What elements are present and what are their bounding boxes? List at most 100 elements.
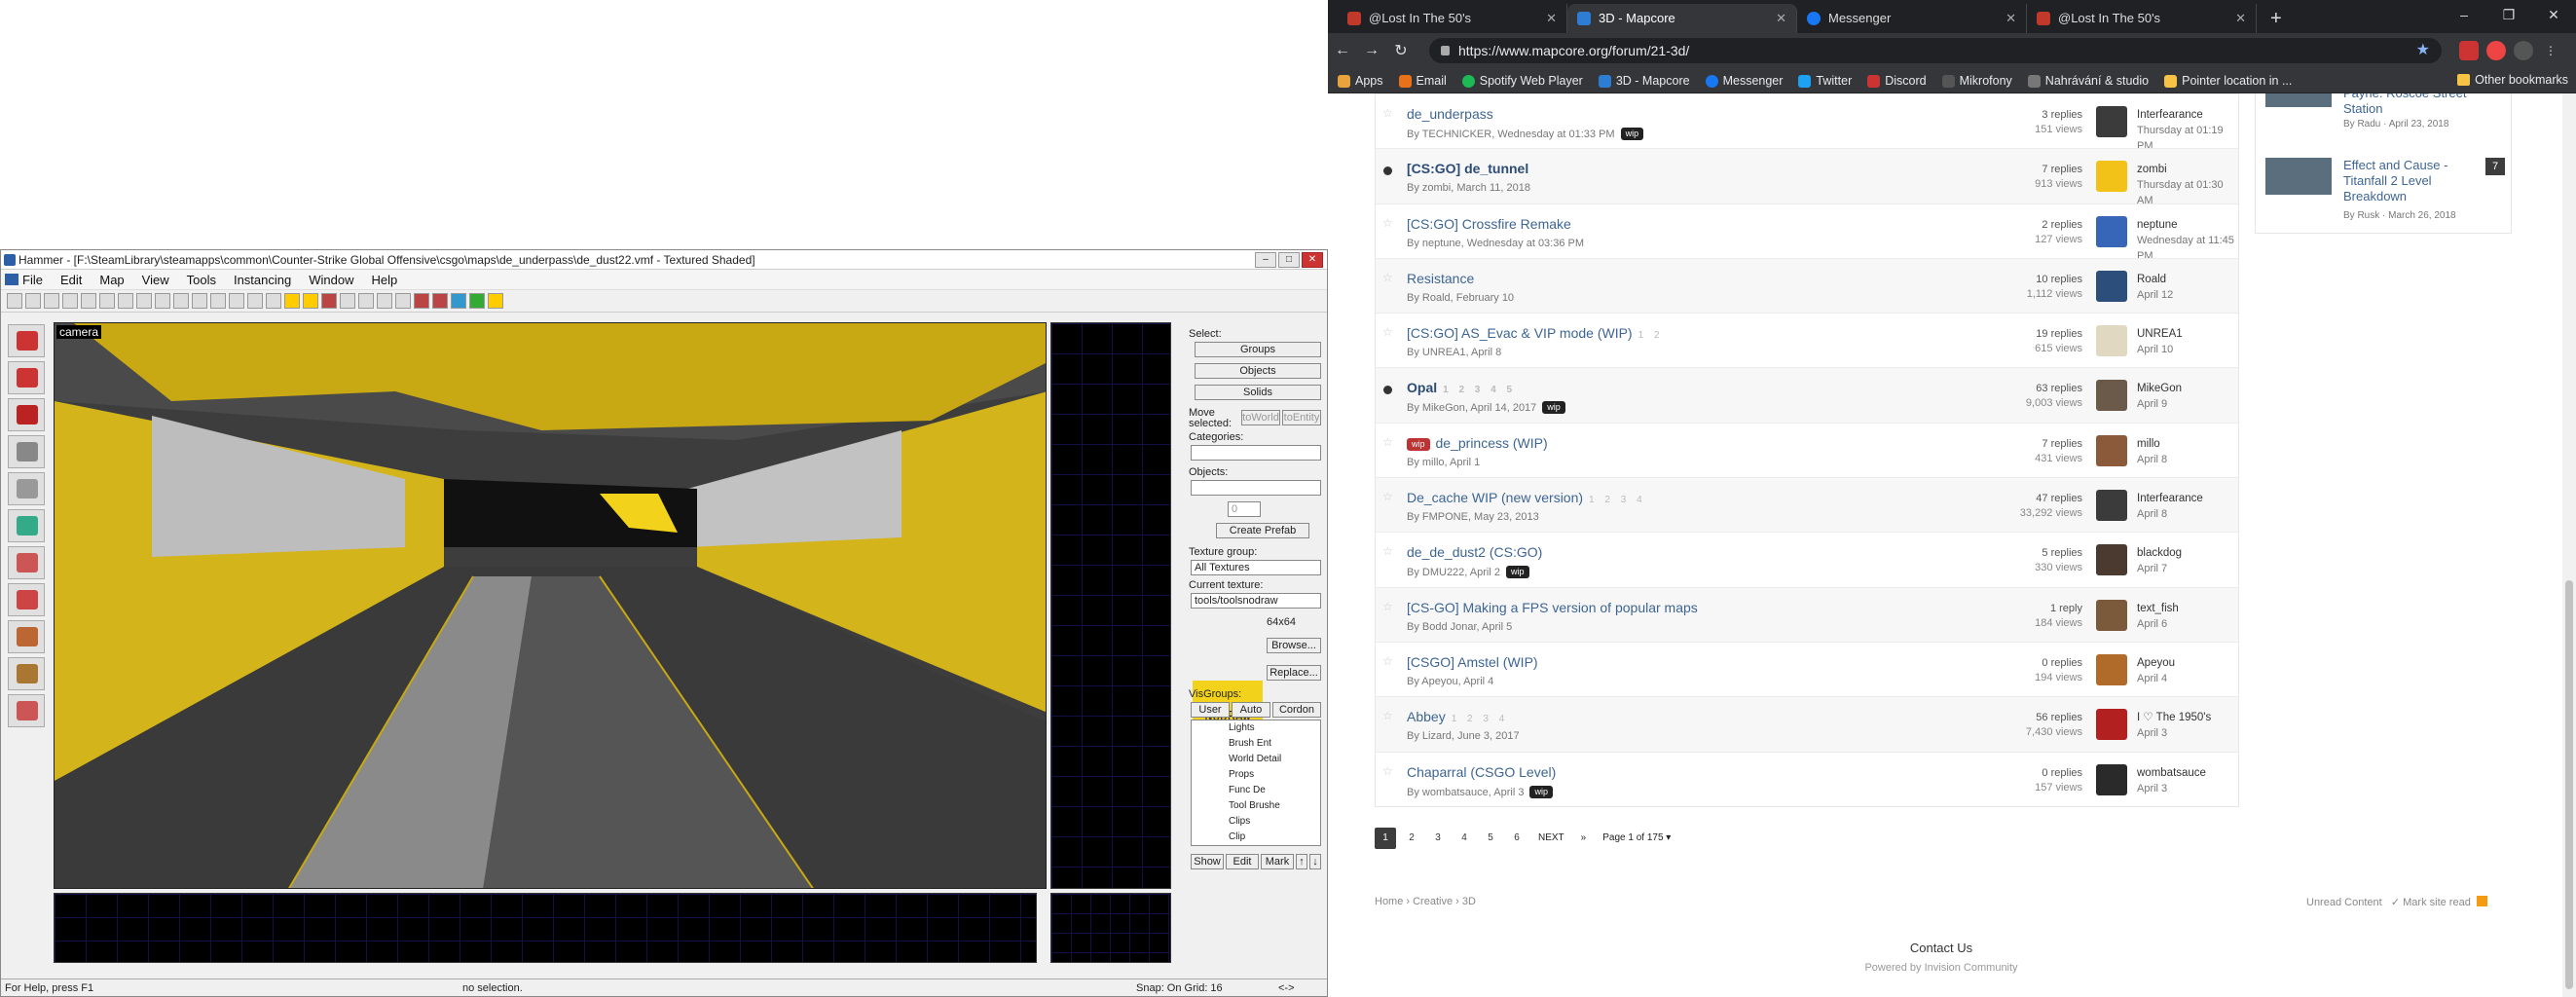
- topic-title[interactable]: [CS-GO] Making a FPS version of popular …: [1407, 600, 1698, 615]
- last-poster-avatar[interactable]: [2096, 490, 2127, 522]
- menu-file[interactable]: File: [22, 273, 43, 287]
- last-post-date[interactable]: April 6: [2137, 616, 2179, 632]
- topic-title[interactable]: wip de_princess (WIP): [1407, 435, 1548, 451]
- camera-icon[interactable]: [377, 293, 392, 309]
- ungroup-icon[interactable]: [192, 293, 207, 309]
- redo-icon[interactable]: [118, 293, 133, 309]
- topic-title-text[interactable]: [CSGO] Amstel (WIP): [1407, 654, 1538, 670]
- last-poster-avatar[interactable]: [2096, 763, 2127, 795]
- last-post-date[interactable]: April 10: [2137, 342, 2183, 357]
- magnify-icon[interactable]: [358, 293, 374, 309]
- bookmark-apps[interactable]: Apps: [1338, 74, 1383, 88]
- maximize-button[interactable]: □: [1278, 252, 1300, 268]
- next-page-link[interactable]: NEXT: [1532, 828, 1570, 849]
- topic-row[interactable]: ☆ de_de_dust2 (CS:GO) By DMU222, April 2 wi…: [1376, 532, 2238, 587]
- last-poster-name[interactable]: blackdog: [2137, 545, 2182, 561]
- group-icon[interactable]: [173, 293, 189, 309]
- topic-row[interactable]: ☆ [CS:GO] AS_Evac & VIP mode (WIP) 1 2 By U…: [1376, 313, 2238, 368]
- topic-row[interactable]: ☆ [CS:GO] Crossfire Remake By neptune, Wed…: [1376, 203, 2238, 262]
- visgroup-tab-auto[interactable]: Auto: [1232, 702, 1270, 718]
- menu-tools[interactable]: Tools: [187, 273, 216, 287]
- mark-button[interactable]: Mark: [1261, 854, 1294, 869]
- url-text[interactable]: https://www.mapcore.org/forum/21-3d/: [1458, 43, 1689, 58]
- last-poster-name[interactable]: I ♡ The 1950's: [2137, 710, 2211, 725]
- tab-close-icon[interactable]: ✕: [2006, 4, 2016, 33]
- last-poster-avatar[interactable]: [2096, 161, 2127, 193]
- follow-star-icon[interactable]: ☆: [1382, 600, 1393, 613]
- featured-title[interactable]: Effect and Cause - Titanfall 2 Level Bre…: [2343, 158, 2489, 204]
- magnify-tool[interactable]: [8, 361, 45, 394]
- last-poster-avatar[interactable]: [2096, 270, 2127, 302]
- follow-star-icon[interactable]: ☆: [1382, 435, 1393, 449]
- decal-icon[interactable]: [414, 293, 429, 309]
- back-icon[interactable]: ←: [1328, 42, 1357, 59]
- grid-large-icon[interactable]: [62, 293, 78, 309]
- omnibox[interactable]: https://www.mapcore.org/forum/21-3d/ ★: [1429, 38, 2442, 63]
- menu-window[interactable]: Window: [309, 273, 353, 287]
- path-tool[interactable]: [8, 694, 45, 727]
- topic-row[interactable]: ☆ Chaparral (CSGO Level) By wombatsauce, A…: [1376, 751, 2238, 806]
- create-prefab-button[interactable]: Create Prefab: [1216, 523, 1309, 538]
- profile-avatar-icon[interactable]: [2514, 41, 2533, 60]
- visgroup-tab-cordon[interactable]: Cordon: [1272, 702, 1321, 718]
- tab-lost-in-the-50s[interactable]: @Lost In The 50's ✕: [1338, 4, 1567, 33]
- unread-content-link[interactable]: Unread Content: [2306, 897, 2382, 908]
- scrollbar-thumb[interactable]: [2565, 580, 2573, 989]
- menu-map[interactable]: Map: [99, 273, 124, 287]
- follow-star-icon[interactable]: ☆: [1382, 325, 1393, 339]
- last-post-date[interactable]: April 3: [2137, 781, 2206, 796]
- visgroup-item[interactable]: Clips: [1229, 814, 1320, 830]
- sound-icon[interactable]: [488, 293, 503, 309]
- topic-title-text[interactable]: [CS:GO] Crossfire Remake: [1407, 216, 1571, 232]
- topic-title-text[interactable]: [CS-GO] Making a FPS version of popular …: [1407, 600, 1698, 615]
- minimize-button[interactable]: –: [1255, 252, 1276, 268]
- last-poster-name[interactable]: millo: [2137, 436, 2167, 452]
- topic-title-text[interactable]: de_underpass: [1407, 106, 1493, 122]
- menu-instancing[interactable]: Instancing: [234, 273, 291, 287]
- page-scrollbar[interactable]: [2562, 93, 2576, 997]
- objects-select[interactable]: [1191, 480, 1321, 496]
- topic-row[interactable]: [CS:GO] de_tunnel By zombi, March 11, 201…: [1376, 148, 2238, 206]
- categories-select[interactable]: [1191, 445, 1321, 461]
- visgroup-item[interactable]: Brush Ent: [1229, 736, 1320, 752]
- current-texture-select[interactable]: tools/toolsnodraw: [1191, 593, 1321, 609]
- follow-star-icon[interactable]: ☆: [1382, 654, 1393, 668]
- visgroup-item[interactable]: Props: [1229, 767, 1320, 783]
- texture-tool[interactable]: [8, 509, 45, 542]
- last-poster-name[interactable]: Apeyou: [2137, 655, 2175, 671]
- topic-row[interactable]: ☆ de_underpass By TECHNICKER, Wednesday at…: [1376, 93, 2238, 152]
- last-page-link[interactable]: »: [1575, 828, 1593, 849]
- topic-title-text[interactable]: de_de_dust2 (CS:GO): [1407, 544, 1542, 560]
- camera-tool[interactable]: [8, 398, 45, 431]
- topic-row[interactable]: ☆ [CSGO] Amstel (WIP) By Apeyou, April 4 0 …: [1376, 641, 2238, 697]
- last-poster-avatar[interactable]: [2096, 709, 2127, 741]
- topic-row[interactable]: ☆ [CS-GO] Making a FPS version of popular…: [1376, 586, 2238, 642]
- bookmark-twitter[interactable]: Twitter: [1798, 74, 1852, 88]
- visgroup-item[interactable]: Clip: [1229, 830, 1320, 845]
- last-poster-name[interactable]: Interfearance: [2137, 491, 2203, 506]
- block-tool[interactable]: [8, 472, 45, 505]
- last-poster-name[interactable]: neptune: [2137, 217, 2238, 233]
- topic-title-text[interactable]: Resistance: [1407, 271, 1474, 286]
- rss-icon[interactable]: [2476, 896, 2487, 906]
- follow-star-icon[interactable]: ☆: [1382, 216, 1393, 230]
- topic-title[interactable]: [CSGO] Amstel (WIP): [1407, 654, 1538, 670]
- replace-button[interactable]: Replace...: [1267, 665, 1321, 681]
- last-post-date[interactable]: April 4: [2137, 671, 2175, 686]
- tab-close-icon[interactable]: ✕: [2235, 4, 2246, 33]
- select-icon[interactable]: [340, 293, 355, 309]
- menu-icon[interactable]: ⋮: [2541, 41, 2560, 60]
- decal-tool[interactable]: [8, 583, 45, 616]
- bookmark-pointer[interactable]: Pointer location in ...: [2164, 74, 2292, 88]
- last-poster-avatar[interactable]: [2096, 653, 2127, 685]
- paste-icon[interactable]: [266, 293, 281, 309]
- last-poster-name[interactable]: Interfearance: [2137, 107, 2238, 123]
- show-button[interactable]: Show: [1191, 854, 1224, 869]
- visgroup-item[interactable]: Func De: [1229, 783, 1320, 798]
- follow-star-icon[interactable]: ☆: [1382, 490, 1393, 503]
- minimize-button[interactable]: –: [2442, 0, 2486, 29]
- last-poster-avatar[interactable]: [2096, 325, 2127, 357]
- follow-star-icon[interactable]: ☆: [1382, 709, 1393, 722]
- bookmark-nahravani[interactable]: Nahrávání & studio: [2027, 74, 2149, 88]
- entity-icon[interactable]: [395, 293, 411, 309]
